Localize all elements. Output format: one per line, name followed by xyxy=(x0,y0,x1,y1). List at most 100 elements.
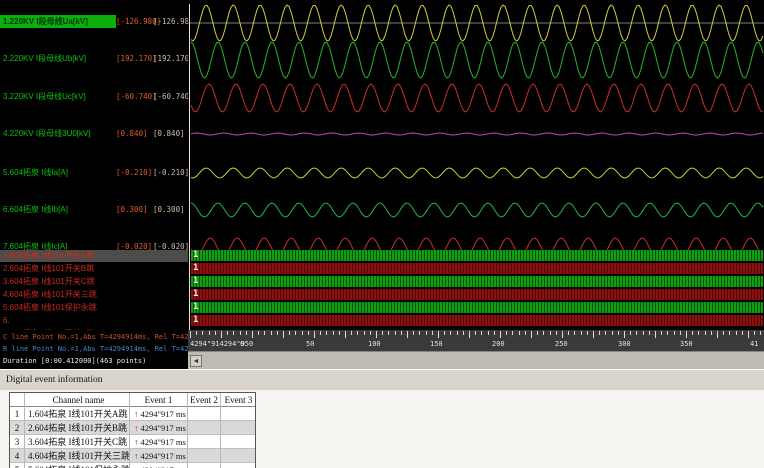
ruler-tick xyxy=(462,331,464,335)
ruler-tick xyxy=(376,331,377,338)
ruler-tick xyxy=(214,331,216,335)
ruler-tick xyxy=(295,331,297,335)
ruler-tick xyxy=(568,331,570,335)
analog-channel-row[interactable]: 4.220KV I段母线3U0[kV] [0.840] [0.840] xyxy=(0,127,188,140)
event3-cell xyxy=(221,435,255,449)
digital-channel-row[interactable]: 6. xyxy=(0,315,188,327)
state-value-flag: 1 xyxy=(193,263,199,273)
digital-state-bar: 1 xyxy=(191,250,763,261)
ruler-tick xyxy=(332,331,334,335)
scroll-left-arrow-icon[interactable]: ◄ xyxy=(190,355,202,367)
horizontal-scrollbar[interactable]: ◄ xyxy=(188,351,764,369)
ruler-tick xyxy=(239,331,241,335)
event-table-row[interactable]: 2 2.604拓泉 I线101开关B跳 ↑ 4294"917 ms xyxy=(10,421,255,435)
header-num xyxy=(10,393,25,407)
event2-cell xyxy=(188,407,221,421)
ruler-tick xyxy=(196,331,198,335)
cursor-value: [0.300] xyxy=(153,205,185,214)
state-value-flag: 1 xyxy=(193,315,199,325)
ruler-tick-label: 300 xyxy=(618,340,631,348)
event-time: 4294"917 ms xyxy=(140,409,186,419)
cursor-value: [-60.740] xyxy=(153,92,188,101)
ruler-tick xyxy=(698,331,700,335)
ruler-tick xyxy=(760,331,762,335)
ruler-tick xyxy=(642,331,644,335)
digital-channel-row[interactable]: 3.604拓泉 I线101开关C跳 xyxy=(0,276,188,288)
state-value-flag: 1 xyxy=(193,289,199,299)
event-up-arrow-icon: ↑ xyxy=(134,423,139,433)
event-up-arrow-icon: ↑ xyxy=(134,451,139,461)
digital-channel-row[interactable]: 4.604拓泉 I线101开关三跳 xyxy=(0,289,188,301)
channel-label: 5.604拓泉 I线Ia[A] xyxy=(3,168,68,177)
event-table-row[interactable]: 4 4.604拓泉 I线101开关三跳 ↑ 4294"917 ms xyxy=(10,449,255,463)
ruler-tick xyxy=(748,331,749,338)
ruler-tick xyxy=(289,331,291,335)
digital-state-bar: 1 xyxy=(191,302,763,313)
ruler-tick xyxy=(264,331,266,335)
ruler-tick xyxy=(648,331,650,335)
time-cursor-line[interactable] xyxy=(189,4,190,330)
ruler-tick xyxy=(363,331,365,335)
ruler-tick xyxy=(531,331,532,338)
digital-channel-row[interactable]: 2.604拓泉 I线101开关B跳 xyxy=(0,263,188,275)
channel-label: 2.604拓泉 I线101开关B跳 xyxy=(3,264,95,273)
ruler-tick xyxy=(258,331,260,335)
ruler-tick xyxy=(357,331,359,335)
ruler-tick xyxy=(630,331,632,335)
ruler-tick xyxy=(208,331,210,335)
ruler-tick xyxy=(617,331,619,335)
channel-label: 1.604拓泉 I线101开关A跳 xyxy=(3,251,95,260)
event1-cell: ↑4294"917 ms xyxy=(130,407,188,421)
r-cursor-status-text: R line Point No.=1,Abs T=4294914ms, Rel … xyxy=(3,345,188,353)
ruler-tick xyxy=(754,331,756,335)
ruler-tick-label: 50 xyxy=(306,340,315,348)
cursor-value: [192.170] xyxy=(116,54,157,63)
ruler-tick-label: 100 xyxy=(368,340,381,348)
cursor-value: [-0.210] xyxy=(153,168,188,177)
event-up-arrow-icon: ↑ xyxy=(134,437,139,447)
event2-cell xyxy=(188,463,221,468)
ruler-tick xyxy=(543,331,545,335)
ruler-tick xyxy=(469,331,470,338)
header-event1: Event 1 xyxy=(130,393,188,407)
ruler-tick xyxy=(586,331,588,335)
digital-event-table: Channel name Event 1 Event 2 Event 3 1 1.604拓… xyxy=(9,392,256,468)
ruler-tick xyxy=(704,331,706,335)
analog-channel-row[interactable]: 1.220KV I段母线Ua[kV][-126.980][-126.980] xyxy=(0,15,188,28)
event-row-number: 2 xyxy=(10,421,25,435)
cursor-value: [0.840] xyxy=(116,129,148,138)
time-axis-ruler[interactable]: 4294"914294"950 0 50 100 150 200 250 300 350 41 xyxy=(188,330,764,351)
ruler-tick xyxy=(599,331,601,335)
fault-recorder-window: 1 1 1 1 1 1 1.220KV I段母线Ua[kV] [-126.980] [-126… xyxy=(0,0,764,468)
ruler-tick xyxy=(673,331,675,335)
event-table-row[interactable]: 1 1.604拓泉 I线101开关A跳 ↑ 4294"917 ms xyxy=(10,407,255,421)
ruler-tick xyxy=(320,331,322,335)
digital-channel-row[interactable]: 1.604拓泉 I线101开关A跳 xyxy=(0,250,188,262)
ruler-tick xyxy=(301,331,303,335)
event2-cell xyxy=(188,435,221,449)
channel-label: 6.604拓泉 I线Ib[A] xyxy=(3,205,68,214)
ruler-tick-label: 0 xyxy=(240,340,245,348)
ruler-tick xyxy=(419,331,421,335)
analog-channel-row[interactable]: 5.604拓泉 I线Ia[A] [-0.210] [-0.210] xyxy=(0,166,188,179)
ruler-tick xyxy=(729,331,731,335)
event-table-row[interactable]: 3 3.604拓泉 I线101开关C跳 ↑ 4294"917 ms xyxy=(10,435,255,449)
event-channel-name: 2.604拓泉 I线101开关B跳 xyxy=(25,421,130,435)
ruler-tick xyxy=(593,331,594,338)
analog-channel-row[interactable]: 2.220KV I段母线Ub[kV] [192.170][192.170] xyxy=(0,52,188,65)
state-value-flag: 1 xyxy=(193,250,199,260)
event-row-number: 5 xyxy=(10,463,25,468)
ruler-tick-label: 200 xyxy=(492,340,505,348)
waveform-viewer: 1 1 1 1 1 1 1.220KV I段母线Ua[kV] [-126.980] [-126… xyxy=(0,0,764,369)
analog-channel-row[interactable]: 6.604拓泉 I线Ib[A] [0.300] [0.300] xyxy=(0,203,188,216)
event-table-row[interactable]: 55.604拓泉 I线101保护永跳↑4294"917 ms xyxy=(10,463,255,468)
event-channel-name: 5.604拓泉 I线101保护永跳 xyxy=(25,463,130,468)
ruler-tick xyxy=(276,331,278,335)
digital-state-bar: 1 xyxy=(191,276,763,287)
ruler-tick xyxy=(611,331,613,335)
ruler-tick xyxy=(394,331,396,335)
ruler-tick xyxy=(450,331,452,335)
analog-channel-row[interactable]: 3.220KV I段母线Uc[kV] [-60.740][-60.740] xyxy=(0,90,188,103)
ruler-tick xyxy=(475,331,477,335)
digital-channel-row[interactable]: 5.604拓泉 I线101保护永跳 xyxy=(0,302,188,314)
